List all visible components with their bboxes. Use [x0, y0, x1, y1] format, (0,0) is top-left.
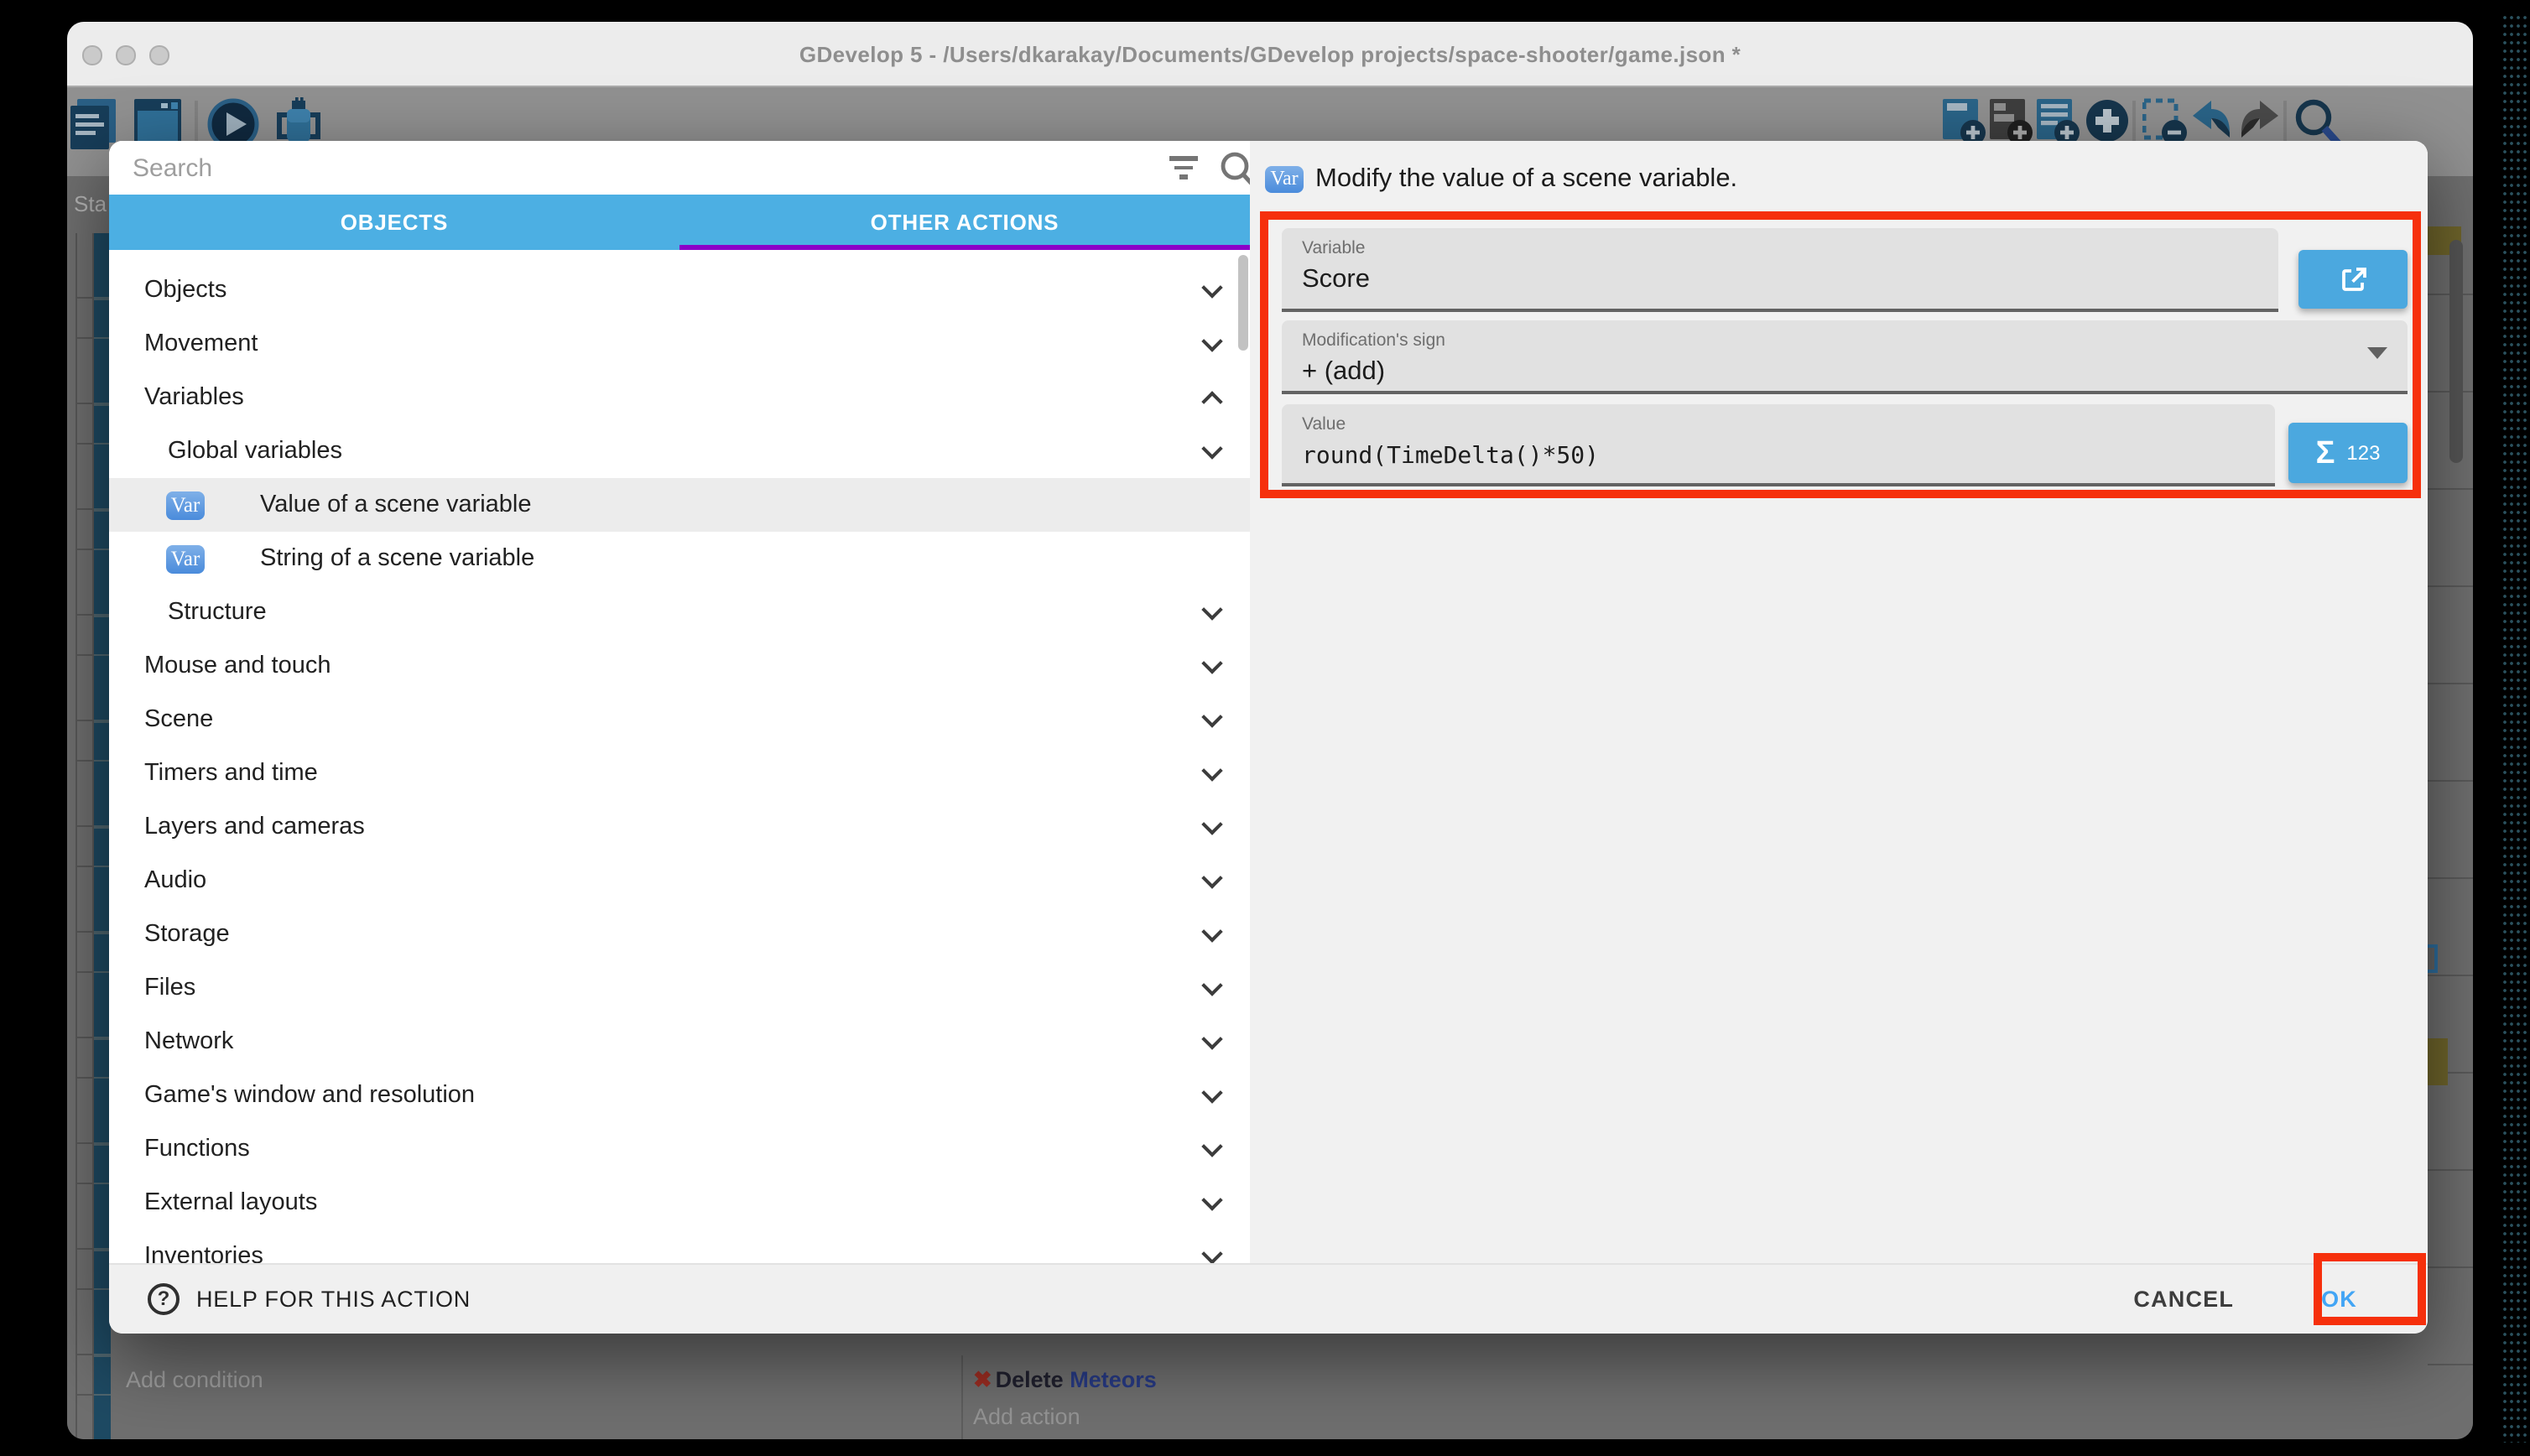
action-row-value-of-scene-variable[interactable]: VarValue of a scene variable	[109, 478, 1250, 532]
annotation-frame-ok	[2314, 1253, 2426, 1325]
category-row-files[interactable]: Files	[109, 961, 1250, 1015]
dialog-footer: ? HELP FOR THIS ACTION CANCEL OK	[109, 1263, 2428, 1334]
action-title: Modify the value of a scene variable.	[1315, 164, 1737, 195]
redo-icon[interactable]	[2236, 97, 2282, 144]
cancel-button[interactable]: CANCEL	[2133, 1287, 2234, 1312]
chevron-down-icon	[1201, 1081, 1222, 1102]
annotation-frame-form	[1260, 211, 2421, 498]
chevron-down-icon	[1201, 652, 1222, 673]
macos-titlebar: GDevelop 5 - /Users/dkarakay/Documents/G…	[67, 22, 2473, 87]
chevron-down-icon	[1201, 437, 1222, 458]
event-grid-column	[75, 233, 94, 1439]
search-input[interactable]	[133, 153, 1072, 183]
variable-icon: Var	[1265, 166, 1304, 193]
column-divider	[961, 1355, 963, 1439]
events-bottom-rows: Add condition ✖Delete Meteors Add action	[67, 1355, 2473, 1439]
add-new-icon[interactable]	[2085, 97, 2132, 148]
category-row-external-layouts[interactable]: External layouts	[109, 1176, 1250, 1230]
undo-icon[interactable]	[2189, 97, 2235, 144]
delete-cross-icon: ✖	[973, 1367, 992, 1392]
help-link[interactable]: HELP FOR THIS ACTION	[196, 1287, 471, 1312]
chevron-down-icon	[1201, 330, 1222, 351]
chevron-down-icon	[1201, 759, 1222, 780]
chevron-down-icon	[1201, 705, 1222, 726]
chevron-down-icon	[1201, 1135, 1222, 1156]
action-row-string-of-scene-variable[interactable]: VarString of a scene variable	[109, 532, 1250, 585]
variable-icon: Var	[166, 544, 205, 573]
chevron-down-icon	[1201, 1188, 1222, 1209]
instruction-category-list: Objects Movement Variables Global variab…	[109, 250, 1250, 1263]
category-row-layers-and-cameras[interactable]: Layers and cameras	[109, 800, 1250, 854]
category-row-scene[interactable]: Scene	[109, 693, 1250, 746]
variable-icon: Var	[166, 491, 205, 519]
tab-other-actions[interactable]: OTHER ACTIONS	[679, 195, 1250, 250]
scene-tab-label: Sta	[74, 191, 107, 216]
category-row-network[interactable]: Network	[109, 1015, 1250, 1069]
chevron-down-icon	[1201, 974, 1222, 995]
help-icon[interactable]: ?	[148, 1283, 180, 1315]
category-row-timers-and-time[interactable]: Timers and time	[109, 746, 1250, 800]
instruction-list-panel: OBJECTS OTHER ACTIONS Objects Movement V…	[109, 141, 1250, 1263]
category-row-functions[interactable]: Functions	[109, 1122, 1250, 1176]
category-row-games-window[interactable]: Game's window and resolution	[109, 1069, 1250, 1122]
category-row-movement[interactable]: Movement	[109, 317, 1250, 371]
search-bar	[109, 141, 1250, 195]
remove-event-icon[interactable]	[2142, 97, 2189, 148]
category-row-structure[interactable]: Structure	[109, 585, 1250, 639]
category-row-audio[interactable]: Audio	[109, 854, 1250, 907]
window-title: GDevelop 5 - /Users/dkarakay/Documents/G…	[67, 42, 2473, 67]
chevron-down-icon	[1201, 598, 1222, 619]
screenshot-stage: GDevelop 5 - /Users/dkarakay/Documents/G…	[0, 0, 2530, 1456]
category-row-variables[interactable]: Variables	[109, 371, 1250, 424]
events-scrollbar[interactable]	[2449, 240, 2463, 463]
chevron-down-icon	[1201, 866, 1222, 887]
chevron-down-icon	[1201, 1027, 1222, 1048]
category-row-objects[interactable]: Objects	[109, 263, 1250, 317]
screen-edge-artifact	[2501, 13, 2530, 1443]
list-scrollbar-thumb[interactable]	[1238, 255, 1248, 351]
delete-action-row[interactable]: ✖Delete Meteors	[973, 1367, 1157, 1394]
add-event-icon[interactable]	[1943, 97, 1986, 148]
add-comment-icon[interactable]	[2037, 97, 2080, 148]
add-condition-link[interactable]: Add condition	[126, 1367, 263, 1392]
chevron-down-icon	[1201, 276, 1222, 297]
tab-objects[interactable]: OBJECTS	[109, 195, 679, 250]
chevron-down-icon	[1201, 813, 1222, 834]
chevron-up-icon	[1201, 391, 1222, 412]
event-condition-column	[94, 233, 111, 1439]
category-row-inventories[interactable]: Inventories	[109, 1230, 1250, 1263]
add-subevent-icon[interactable]	[1990, 97, 2033, 148]
category-row-mouse-and-touch[interactable]: Mouse and touch	[109, 639, 1250, 693]
chevron-down-icon	[1201, 1242, 1222, 1263]
chevron-down-icon	[1201, 920, 1222, 941]
add-action-link[interactable]: Add action	[973, 1404, 1080, 1429]
category-row-storage[interactable]: Storage	[109, 907, 1250, 961]
tab-bar: OBJECTS OTHER ACTIONS	[109, 195, 1250, 250]
category-row-global-variables[interactable]: Global variables	[109, 424, 1250, 478]
